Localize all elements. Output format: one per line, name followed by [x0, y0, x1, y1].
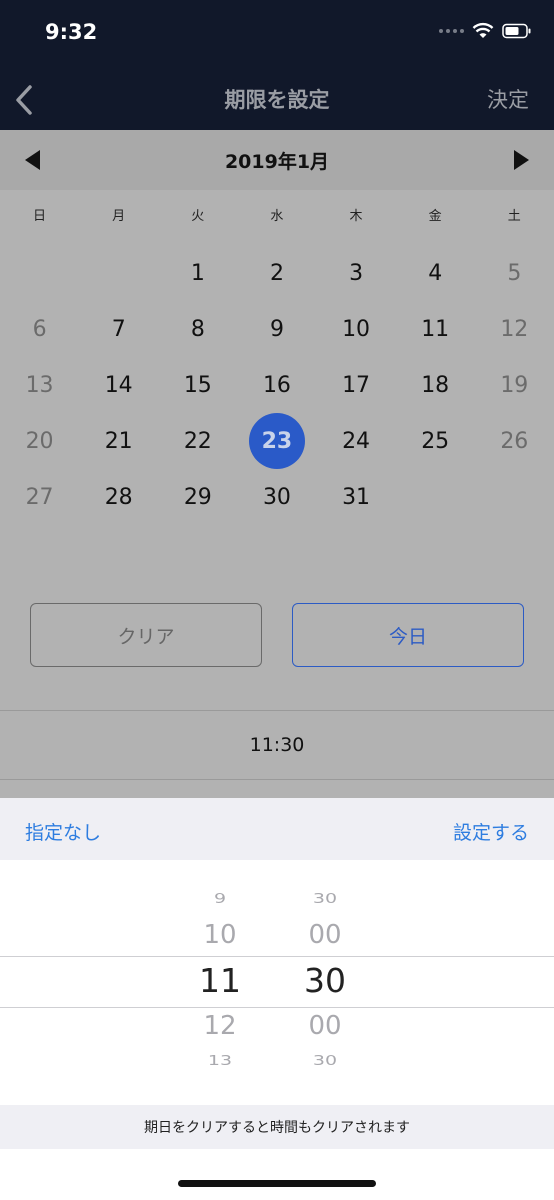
- calendar-day[interactable]: 16: [237, 357, 316, 413]
- weekday-label: 水: [270, 209, 284, 224]
- calendar-button-row: クリア 今日: [0, 603, 554, 667]
- weekday-label: 木: [349, 209, 363, 224]
- hour-option: 9: [213, 891, 227, 907]
- wifi-icon: [472, 22, 494, 38]
- minute-option: 00: [308, 1011, 342, 1041]
- calendar-day[interactable]: 12: [475, 301, 554, 357]
- calendar-day[interactable]: 2: [237, 245, 316, 301]
- hour-option-selected: 11: [199, 961, 241, 1000]
- home-area: [0, 1149, 554, 1200]
- cellular-signal-icon: [439, 28, 464, 33]
- calendar-day[interactable]: 8: [158, 301, 237, 357]
- calendar-day[interactable]: 24: [317, 413, 396, 469]
- weekday-label: 土: [507, 209, 521, 224]
- calendar-day-grid: 1 2 3 4 5 6 7 8 9 10 11 12 13 14 15 16 1…: [0, 245, 554, 525]
- calendar-day[interactable]: 3: [317, 245, 396, 301]
- weekday-label: 金: [428, 209, 442, 224]
- page-title: 期限を設定: [224, 88, 330, 112]
- calendar-day[interactable]: 5: [475, 245, 554, 301]
- hour-option: 13: [207, 1053, 233, 1069]
- calendar-day[interactable]: 30: [237, 469, 316, 525]
- hour-wheel[interactable]: 9 10 11 12 13: [175, 860, 265, 1105]
- calendar-day[interactable]: 19: [475, 357, 554, 413]
- set-time-button[interactable]: 設定する: [453, 818, 529, 845]
- calendar-day[interactable]: 29: [158, 469, 237, 525]
- calendar-day: [396, 469, 475, 525]
- calendar-day[interactable]: 14: [79, 357, 158, 413]
- calendar-day[interactable]: 20: [0, 413, 79, 469]
- time-picker[interactable]: 9 10 11 12 13 30 00 30 00 30: [0, 860, 554, 1105]
- calendar-day[interactable]: 25: [396, 413, 475, 469]
- no-time-button[interactable]: 指定なし: [25, 818, 101, 845]
- calendar-day[interactable]: 6: [0, 301, 79, 357]
- weekday-label: 火: [191, 209, 205, 224]
- battery-icon: [502, 23, 531, 38]
- calendar-day[interactable]: 17: [317, 357, 396, 413]
- time-display[interactable]: 11:30: [0, 710, 554, 780]
- selected-day-label: 23: [248, 413, 305, 469]
- picker-toolbar: 指定なし 設定する: [0, 798, 554, 860]
- calendar-day: [79, 245, 158, 301]
- status-time: 9:32: [45, 20, 98, 44]
- calendar-day[interactable]: 28: [79, 469, 158, 525]
- calendar-day[interactable]: 18: [396, 357, 475, 413]
- hour-option: 12: [203, 1011, 237, 1041]
- calendar-month-label: 2019年1月: [224, 151, 330, 173]
- weekday-label: 月: [112, 209, 126, 224]
- calendar-day: [475, 469, 554, 525]
- calendar-day[interactable]: 31: [317, 469, 396, 525]
- calendar-week-row: 1 2 3 4 5: [0, 245, 554, 301]
- calendar-day[interactable]: 11: [396, 301, 475, 357]
- calendar-header: 2019年1月: [0, 130, 554, 190]
- calendar-day[interactable]: 7: [79, 301, 158, 357]
- clear-button[interactable]: クリア: [30, 603, 262, 667]
- calendar-week-row: 13 14 15 16 17 18 19: [0, 357, 554, 413]
- minute-option: 30: [312, 1053, 338, 1069]
- today-button[interactable]: 今日: [292, 603, 524, 667]
- calendar-day[interactable]: 27: [0, 469, 79, 525]
- picker-selection-band: [0, 956, 554, 1008]
- calendar-day[interactable]: 26: [475, 413, 554, 469]
- calendar-day[interactable]: 9: [237, 301, 316, 357]
- calendar-day[interactable]: 10: [317, 301, 396, 357]
- calendar-week-row: 6 7 8 9 10 11 12: [0, 301, 554, 357]
- calendar-week-row: 27 28 29 30 31: [0, 469, 554, 525]
- home-indicator[interactable]: [178, 1180, 376, 1187]
- calendar-day[interactable]: 22: [158, 413, 237, 469]
- navigation-bar: 期限を設定 決定: [0, 70, 554, 130]
- calendar-day-selected[interactable]: 23: [237, 413, 316, 469]
- picker-note: 期日をクリアすると時間もクリアされます: [0, 1105, 554, 1149]
- calendar-day[interactable]: 13: [0, 357, 79, 413]
- minute-option: 00: [308, 920, 342, 950]
- confirm-button[interactable]: 決定: [487, 84, 529, 114]
- calendar-day[interactable]: 15: [158, 357, 237, 413]
- calendar-week-row: 20 21 22 23 24 25 26: [0, 413, 554, 469]
- status-bar: 9:32: [0, 0, 554, 70]
- minute-option: 30: [312, 891, 338, 907]
- calendar-day[interactable]: 1: [158, 245, 237, 301]
- minute-option-selected: 30: [304, 961, 346, 1000]
- weekday-row: 日 月 火 水 木 金 土: [0, 205, 554, 231]
- calendar-day: [0, 245, 79, 301]
- weekday-label: 日: [33, 209, 47, 224]
- calendar-day[interactable]: 4: [396, 245, 475, 301]
- next-month-icon[interactable]: [510, 148, 532, 172]
- minute-wheel[interactable]: 30 00 30 00 30: [280, 860, 370, 1105]
- calendar-day[interactable]: 21: [79, 413, 158, 469]
- status-icons: [439, 22, 532, 39]
- hour-option: 10: [203, 920, 237, 950]
